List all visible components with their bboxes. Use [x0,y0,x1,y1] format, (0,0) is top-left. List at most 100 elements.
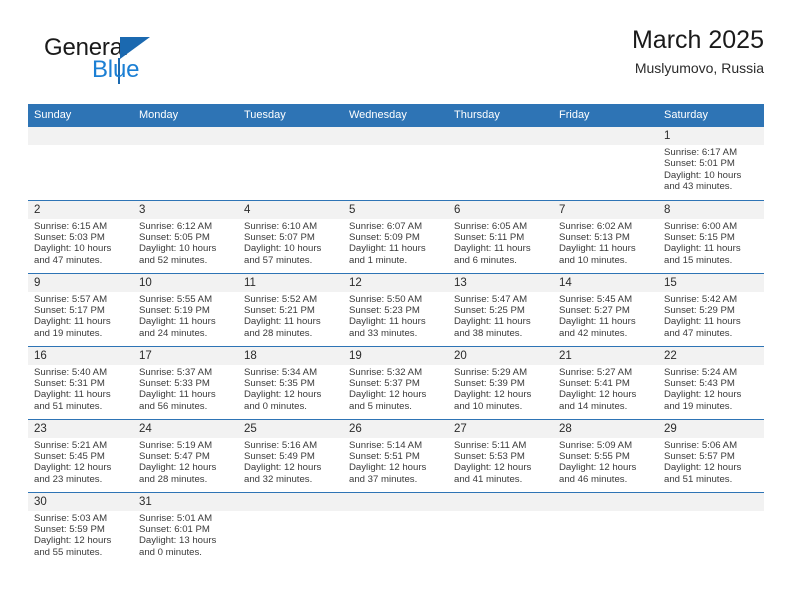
sunset-time: Sunset: 5:19 PM [139,304,210,316]
calendar-day-cell[interactable]: 15 Sunrise: 5:42 AM Sunset: 5:29 PM Dayligh… [658,272,764,346]
day-sun-info: Sunrise: 5:01 AM Sunset: 6:01 PM Daylight:… [133,511,238,559]
sunrise-time: Sunrise: 6:17 AM [664,147,738,158]
sunset-time: Sunset: 5:55 PM [559,450,630,462]
daylight-duration-line1: Daylight: 11 hours [559,316,636,328]
daylight-duration-line1: Daylight: 11 hours [559,243,636,255]
brand-logo[interactable]: General Blue [36,32,236,92]
calendar-week-row: 16 Sunrise: 5:40 AM Sunset: 5:31 PM Dayligh… [28,345,764,419]
daylight-duration-line2: and 1 minute. [349,254,408,266]
day-number: 16 [28,346,133,365]
day-sun-info: Sunrise: 6:10 AM Sunset: 5:07 PM Daylight:… [238,219,343,267]
daylight-duration-line2: and 0 minutes. [244,400,307,412]
calendar-day-cell[interactable]: 25 Sunrise: 5:16 AM Sunset: 5:49 PM Dayligh… [238,418,343,492]
calendar-day-cell[interactable]: 13 Sunrise: 5:47 AM Sunset: 5:25 PM Dayligh… [448,272,553,346]
day-sun-info: Sunrise: 5:21 AM Sunset: 5:45 PM Daylight:… [28,438,133,486]
calendar-day-cell[interactable]: 29 Sunrise: 5:06 AM Sunset: 5:57 PM Dayligh… [658,418,764,492]
calendar-day-cell[interactable]: 10 Sunrise: 5:55 AM Sunset: 5:19 PM Dayligh… [133,272,238,346]
sunset-time: Sunset: 5:23 PM [349,304,420,316]
sunset-time: Sunset: 5:41 PM [559,377,630,389]
calendar-day-cell[interactable]: 7 Sunrise: 6:02 AM Sunset: 5:13 PM Daylight… [553,199,658,273]
sunrise-time: Sunrise: 6:02 AM [559,220,633,232]
daylight-duration-line1: Daylight: 12 hours [244,389,322,401]
daylight-duration-line2: and 37 minutes. [349,473,418,485]
daylight-duration-line2: and 41 minutes. [454,473,523,485]
calendar-day-cell[interactable]: 27 Sunrise: 5:11 AM Sunset: 5:53 PM Dayligh… [448,418,553,492]
day-number: 29 [658,419,764,438]
day-number: 1 [658,127,764,145]
day-sun-info: Sunrise: 5:11 AM Sunset: 5:53 PM Daylight:… [448,438,553,486]
day-number [343,127,448,145]
calendar-day-cell[interactable]: 26 Sunrise: 5:14 AM Sunset: 5:51 PM Dayligh… [343,418,448,492]
calendar-day-cell[interactable]: 30 Sunrise: 5:03 AM Sunset: 5:59 PM Dayligh… [28,491,133,565]
daylight-duration-line1: Daylight: 12 hours [664,389,742,401]
calendar-day-cell[interactable]: 31 Sunrise: 5:01 AM Sunset: 6:01 PM Dayligh… [133,491,238,565]
daylight-duration-line2: and 0 minutes. [139,546,202,558]
calendar-day-cell[interactable]: 3 Sunrise: 6:12 AM Sunset: 5:05 PM Daylight… [133,199,238,273]
daylight-duration-line1: Daylight: 11 hours [454,316,531,328]
daylight-duration-line1: Daylight: 12 hours [349,462,427,474]
calendar-day-cell[interactable]: 9 Sunrise: 5:57 AM Sunset: 5:17 PM Daylight… [28,272,133,346]
calendar-week-row: 9 Sunrise: 5:57 AM Sunset: 5:17 PM Daylight… [28,272,764,346]
sunset-time: Sunset: 5:33 PM [139,377,210,389]
calendar-day-cell[interactable]: 11 Sunrise: 5:52 AM Sunset: 5:21 PM Dayligh… [238,272,343,346]
sunset-time: Sunset: 5:25 PM [454,304,525,316]
calendar-day-cell[interactable]: 20 Sunrise: 5:29 AM Sunset: 5:39 PM Dayligh… [448,345,553,419]
calendar-day-cell[interactable]: 16 Sunrise: 5:40 AM Sunset: 5:31 PM Dayligh… [28,345,133,419]
sunset-time: Sunset: 5:09 PM [349,231,420,243]
daylight-duration-line2: and 23 minutes. [34,473,103,485]
calendar-page: General Blue March 2025 Muslyumovo, Russ… [0,0,792,612]
calendar-day-cell[interactable]: 23 Sunrise: 5:21 AM Sunset: 5:45 PM Dayligh… [28,418,133,492]
calendar-day-cell[interactable]: 21 Sunrise: 5:27 AM Sunset: 5:41 PM Dayligh… [553,345,658,419]
day-sun-info: Sunrise: 5:06 AM Sunset: 5:57 PM Daylight:… [658,438,764,486]
day-number [343,492,448,511]
day-sun-info: Sunrise: 5:24 AM Sunset: 5:43 PM Daylight:… [658,365,764,413]
calendar-day-cell[interactable]: 28 Sunrise: 5:09 AM Sunset: 5:55 PM Dayligh… [553,418,658,492]
day-sun-info: Sunrise: 6:12 AM Sunset: 5:05 PM Daylight:… [133,219,238,267]
calendar-day-cell[interactable]: 22 Sunrise: 5:24 AM Sunset: 5:43 PM Dayligh… [658,345,764,419]
sunset-time: Sunset: 5:31 PM [34,377,105,389]
day-number: 24 [133,419,238,438]
day-sun-info: Sunrise: 6:15 AM Sunset: 5:03 PM Daylight:… [28,219,133,267]
sunrise-time: Sunrise: 5:47 AM [454,293,528,305]
sunrise-time: Sunrise: 5:19 AM [139,439,213,451]
daylight-duration-line2: and 57 minutes. [244,254,313,266]
sunrise-time: Sunrise: 5:42 AM [664,293,738,305]
sunrise-time: Sunrise: 5:06 AM [664,439,738,451]
calendar-day-cell[interactable]: 14 Sunrise: 5:45 AM Sunset: 5:27 PM Dayligh… [553,272,658,346]
day-number: 23 [28,419,133,438]
calendar-day-cell[interactable]: 8 Sunrise: 6:00 AM Sunset: 5:15 PM Daylight… [658,199,764,273]
page-subtitle: Muslyumovo, Russia [634,59,764,76]
daylight-duration-line2: and 33 minutes. [349,327,418,339]
daylight-duration-line1: Daylight: 12 hours [454,462,532,474]
daylight-duration-line2: and 5 minutes. [349,400,412,412]
sunrise-time: Sunrise: 5:03 AM [34,512,108,524]
calendar-day-cell-empty [658,491,764,565]
day-number: 6 [448,200,553,219]
sunset-time: Sunset: 5:51 PM [349,450,420,462]
calendar-day-cell[interactable]: 6 Sunrise: 6:05 AM Sunset: 5:11 PM Daylight… [448,199,553,273]
sunset-time: Sunset: 5:21 PM [244,304,315,316]
calendar-day-cell[interactable]: 19 Sunrise: 5:32 AM Sunset: 5:37 PM Dayligh… [343,345,448,419]
daylight-duration-line2: and 46 minutes. [559,473,628,485]
sunrise-time: Sunrise: 6:15 AM [34,220,108,232]
calendar-day-cell[interactable]: 17 Sunrise: 5:37 AM Sunset: 5:33 PM Dayligh… [133,345,238,419]
day-number: 22 [658,346,764,365]
day-sun-info: Sunrise: 6:07 AM Sunset: 5:09 PM Daylight:… [343,219,448,267]
calendar-day-cell[interactable]: 24 Sunrise: 5:19 AM Sunset: 5:47 PM Dayligh… [133,418,238,492]
daylight-duration-line2: and 42 minutes. [559,327,628,339]
calendar-day-cell[interactable]: 12 Sunrise: 5:50 AM Sunset: 5:23 PM Dayligh… [343,272,448,346]
calendar-day-cell[interactable]: 18 Sunrise: 5:34 AM Sunset: 5:35 PM Dayligh… [238,345,343,419]
calendar-day-cell[interactable]: 5 Sunrise: 6:07 AM Sunset: 5:09 PM Daylight… [343,199,448,273]
daylight-duration-line1: Daylight: 11 hours [139,316,216,328]
sunset-time: Sunset: 6:01 PM [139,523,210,535]
calendar-day-cell[interactable]: 2 Sunrise: 6:15 AM Sunset: 5:03 PM Daylight… [28,199,133,273]
calendar-day-cell[interactable]: 4 Sunrise: 6:10 AM Sunset: 5:07 PM Daylight… [238,199,343,273]
daylight-duration-line2: and 38 minutes. [454,327,523,339]
calendar-day-cell[interactable]: 1 Sunrise: 6:17 AM Sunset: 5:01 PM Daylight… [658,127,764,200]
daylight-duration-line1: Daylight: 11 hours [349,316,426,328]
daylight-duration-line1: Daylight: 12 hours [34,535,112,547]
daylight-duration-line1: Daylight: 11 hours [454,243,531,255]
sunrise-time: Sunrise: 5:16 AM [244,439,318,451]
daylight-duration-line1: Daylight: 12 hours [664,462,742,474]
sunrise-time: Sunrise: 5:24 AM [664,366,738,378]
